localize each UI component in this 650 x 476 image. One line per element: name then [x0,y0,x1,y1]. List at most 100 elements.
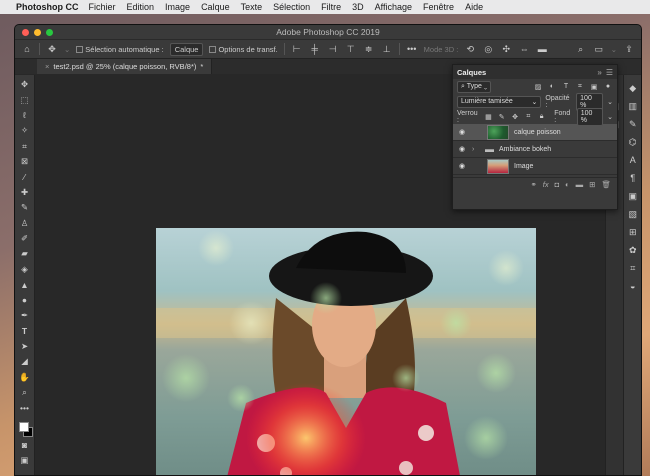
layers-panel-title[interactable]: Calques [457,68,486,77]
path-selection-icon[interactable]: ➤ [18,339,32,354]
home-icon[interactable]: ⌂ [21,43,33,55]
blur-icon[interactable]: ▲ [18,277,32,292]
menu-affichage[interactable]: Affichage [375,2,412,12]
align-left-icon[interactable]: ⊢ [291,43,303,55]
channels-panel-icon[interactable]: ▥ [626,97,640,115]
foreground-color-swatch[interactable] [18,421,29,432]
lock-transparency-icon[interactable]: ▦ [484,112,493,122]
paths-panel-icon[interactable]: ✎ [626,115,640,133]
3d-roll-icon[interactable]: ◎ [482,43,494,55]
eraser-icon[interactable]: ▰ [18,246,32,261]
screen-mode-icon[interactable]: ▣ [18,453,32,468]
layer-style-icon[interactable]: fx [543,180,549,189]
filter-smart-object-icon[interactable]: ▣ [589,82,599,92]
lock-position-icon[interactable]: ✥ [510,112,519,122]
character-panel-icon[interactable]: A [626,151,640,169]
menu-selection[interactable]: Sélection [273,2,310,12]
quick-mask-icon[interactable]: ◙ [18,438,32,453]
auto-select-checkbox[interactable]: Sélection automatique : [76,45,164,54]
blend-mode-dropdown[interactable]: Lumière tamisée ⌄ [457,95,542,108]
transform-panel-icon[interactable]: ⌗ [626,259,640,277]
type-icon[interactable]: T [18,323,32,338]
document-canvas-image[interactable] [156,228,536,475]
history-brush-icon[interactable]: ✐ [18,231,32,246]
collapse-panel-icon[interactable]: » [597,68,601,77]
history-panel-icon[interactable]: ⌬ [626,133,640,151]
notes-panel-icon[interactable]: ▧ [626,205,640,223]
opacity-chevron-icon[interactable]: ⌄ [607,98,613,106]
filter-toggle-icon[interactable]: ● [603,82,613,92]
align-middle-icon[interactable]: ≑ [363,43,375,55]
3d-drag-icon[interactable]: ✣ [500,43,512,55]
paint-bucket-icon[interactable]: ◈ [18,262,32,277]
panel-menu-icon[interactable]: ☰ [606,68,613,77]
shape-icon[interactable]: ◢ [18,354,32,369]
transform-options-checkbox[interactable]: Options de transf. [209,45,278,54]
add-mask-icon[interactable]: ◘ [555,180,560,189]
layer-row-calque-poisson[interactable]: ◉ calque poisson [453,124,617,141]
move-tool-icon[interactable]: ✥ [46,43,58,55]
3d-slide-icon[interactable]: ⇔ [518,43,530,55]
brush-icon[interactable]: ✎ [18,200,32,215]
lock-all-icon[interactable]: 🔒︎ [537,112,546,122]
new-adjustment-layer-icon[interactable]: ◐ [565,180,570,189]
zoom-icon[interactable]: ⌕ [18,385,32,400]
paragraph-panel-icon[interactable]: ¶ [626,169,640,187]
more-tools-icon[interactable]: ••• [18,400,32,415]
align-bottom-icon[interactable]: ⊥ [381,43,393,55]
filter-pixel-icon[interactable]: ▨ [533,82,543,92]
workspace-chevron-icon[interactable]: ⌄ [611,45,617,54]
search-icon[interactable]: ⌕ [575,43,587,55]
document-tab[interactable]: × test2.psd @ 25% (calque poisson, RVB/8… [37,59,213,74]
menu-fenetre[interactable]: Fenêtre [423,2,454,12]
3d-rotate-icon[interactable]: ⟲ [464,43,476,55]
expand-group-chevron-icon[interactable]: › [472,146,480,153]
pen-icon[interactable]: ✒ [18,308,32,323]
menu-edition[interactable]: Edition [127,2,155,12]
grid-panel-icon[interactable]: ⊞ [626,223,640,241]
tab-close-icon[interactable]: × [45,62,49,71]
align-center-icon[interactable]: ╪ [309,43,321,55]
layer-row-image[interactable]: ◉ Image [453,158,617,175]
link-layers-icon[interactable]: ⚭ [530,180,536,189]
styles-panel-icon[interactable]: ◒ [626,277,640,295]
layer-row-ambiance-bokeh[interactable]: ◉ › ▬ Ambiance bokeh [453,141,617,158]
layers-panel-icon[interactable]: ◆ [626,79,640,97]
properties-panel-icon[interactable]: ▣ [626,187,640,205]
frame-icon[interactable]: ⊠ [18,154,32,169]
tool-preset-chevron-icon[interactable]: ⌄ [64,45,70,54]
crop-icon[interactable]: ⌗ [18,139,32,154]
visibility-eye-icon[interactable]: ◉ [457,128,467,136]
filter-type-icon[interactable]: T [561,82,571,92]
menu-calque[interactable]: Calque [201,2,230,12]
color-swatches[interactable] [17,420,33,438]
menu-texte[interactable]: Texte [241,2,263,12]
clone-stamp-icon[interactable]: ♙ [18,216,32,231]
new-layer-icon[interactable]: ⊞ [589,180,595,189]
move-icon[interactable]: ✥ [18,77,32,92]
app-menu[interactable]: Photoshop CC [16,2,79,12]
dodge-icon[interactable]: ● [18,292,32,307]
visibility-eye-icon[interactable]: ◉ [457,145,467,153]
fill-chevron-icon[interactable]: ⌄ [607,113,613,121]
lasso-icon[interactable]: ℓ [18,108,32,123]
hand-icon[interactable]: ✋ [18,369,32,384]
fill-input[interactable]: 100 % [576,107,604,126]
brushes-panel-icon[interactable]: ✿ [626,241,640,259]
marquee-icon[interactable]: ⬚ [18,92,32,107]
share-icon[interactable]: ⇪ [623,43,635,55]
magic-wand-icon[interactable]: ✧ [18,123,32,138]
auto-select-dropdown[interactable]: Calque [169,42,204,56]
align-top-icon[interactable]: ⊤ [345,43,357,55]
menu-image[interactable]: Image [165,2,190,12]
workspace-icon[interactable]: ▭ [593,43,605,55]
menu-filtre[interactable]: Filtre [321,2,341,12]
layer-filter-dropdown[interactable]: ⌕ Type ⌄ [457,80,492,93]
menu-3d[interactable]: 3D [352,2,364,12]
delete-layer-icon[interactable]: 🗑︎ [601,180,611,189]
align-right-icon[interactable]: ⊣ [327,43,339,55]
filter-shape-icon[interactable]: ⌗ [575,82,585,92]
3d-camera-icon[interactable]: ▬ [536,43,548,55]
lock-artboard-icon[interactable]: ⌗ [524,112,533,122]
new-group-icon[interactable]: ▬ [576,180,584,189]
